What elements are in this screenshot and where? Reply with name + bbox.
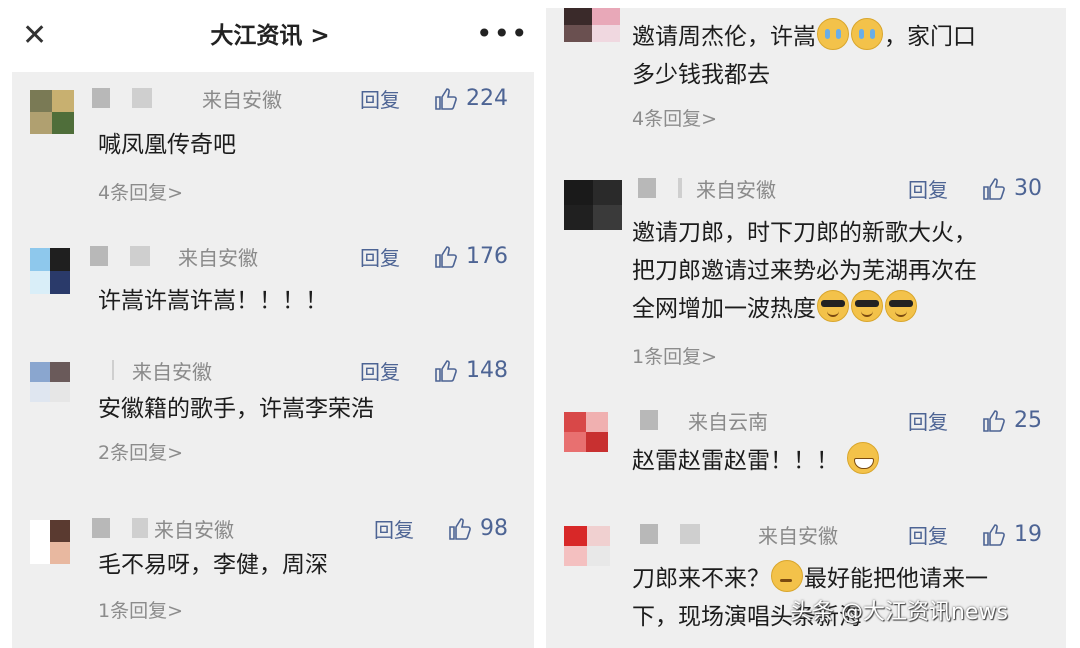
username-blurred[interactable] xyxy=(90,246,170,266)
avatar[interactable] xyxy=(30,248,70,294)
sunglasses-emoji-icon xyxy=(851,290,883,322)
avatar[interactable] xyxy=(30,520,70,564)
like-count: 176 xyxy=(466,244,508,269)
comment-location: 来自安徽 xyxy=(202,88,282,112)
comment-text-line-1: 刀郎来不来？ 最好能把他请来一 xyxy=(632,560,988,598)
avatar[interactable] xyxy=(564,180,622,230)
comment-item: 来自安徽 回复 176 许嵩许嵩许嵩！！！！ xyxy=(12,240,534,340)
avatar[interactable] xyxy=(30,90,74,134)
reply-button[interactable]: 回复 xyxy=(908,176,948,204)
avatar[interactable] xyxy=(30,362,70,402)
like-button[interactable]: 19 xyxy=(982,520,1042,550)
comment-location: 来自安徽 xyxy=(154,518,234,542)
thumbs-up-icon xyxy=(435,360,457,382)
like-button[interactable]: 176 xyxy=(434,242,508,272)
avatar[interactable] xyxy=(564,412,608,452)
thumbs-up-icon xyxy=(435,246,457,268)
comment-text: 许嵩许嵩许嵩！！！！ xyxy=(98,288,328,314)
comment-location: 来自云南 xyxy=(688,410,768,434)
like-count: 224 xyxy=(466,86,508,111)
reply-button[interactable]: 回复 xyxy=(908,408,948,436)
comment-text-line-1: 邀请周杰伦，许嵩 ，家门口 xyxy=(632,18,976,56)
comment-text-line-2: 多少钱我都去 xyxy=(632,62,770,88)
comment-item: 来自云南 回复 25 赵雷赵雷赵雷！！！ xyxy=(546,404,1066,504)
like-count: 25 xyxy=(1014,408,1042,433)
thumbs-up-icon xyxy=(983,178,1005,200)
like-button[interactable]: 25 xyxy=(982,406,1042,436)
like-count: 98 xyxy=(480,516,508,541)
comment-item: 来自安徽 回复 224 喊凤凰传奇吧 4条回复> xyxy=(12,82,534,232)
username-blurred[interactable] xyxy=(640,524,740,544)
comment-item: 邀请周杰伦，许嵩 ，家门口 多少钱我都去 4条回复> xyxy=(546,8,1066,148)
comment-item: 来自安徽 回复 30 邀请刀郎，时下刀郎的新歌大火， 把刀郎邀请过来势必为芜湖再… xyxy=(546,172,1066,372)
left-comment-list: 来自安徽 回复 224 喊凤凰传奇吧 4条回复> 来自安徽 回复 176 许嵩许… xyxy=(12,72,534,648)
comment-text-line-2: 把刀郎邀请过来势必为芜湖再次在 xyxy=(632,258,977,284)
like-count: 19 xyxy=(1014,522,1042,547)
comment-location: 来自安徽 xyxy=(132,360,212,384)
comment-item: 来自安徽 回复 19 刀郎来不来？ 最好能把他请来一 下，现场演唱头条新海 xyxy=(546,518,1066,648)
watermark-text: 头条 @大江资讯news xyxy=(790,600,1008,625)
sunglasses-emoji-icon xyxy=(817,290,849,322)
like-count: 148 xyxy=(466,358,508,383)
thumbs-up-icon xyxy=(435,88,457,110)
sunglasses-emoji-icon xyxy=(885,290,917,322)
comment-location: 来自安徽 xyxy=(178,246,258,270)
comment-text: 毛不易呀，李健，周深 xyxy=(98,552,328,578)
thumbs-up-icon xyxy=(449,518,471,540)
reply-button[interactable]: 回复 xyxy=(908,522,948,550)
more-icon[interactable]: ••• xyxy=(476,16,529,52)
avatar[interactable] xyxy=(564,526,610,566)
username-blurred[interactable] xyxy=(92,88,192,108)
like-count: 30 xyxy=(1014,176,1042,201)
view-replies-link[interactable]: 1条回复> xyxy=(98,598,183,624)
like-button[interactable]: 30 xyxy=(982,174,1042,204)
page-title[interactable]: 大江资讯 > xyxy=(0,20,540,52)
top-bar: ✕ 大江资讯 > ••• xyxy=(0,0,540,72)
reply-button[interactable]: 回复 xyxy=(360,244,400,272)
thumbs-up-icon xyxy=(983,524,1005,546)
comment-location: 来自安徽 xyxy=(696,178,776,202)
username-blurred[interactable] xyxy=(640,410,680,430)
like-button[interactable]: 224 xyxy=(434,84,508,114)
comment-text: 喊凤凰传奇吧 xyxy=(98,132,236,158)
crying-emoji-icon xyxy=(817,18,849,50)
like-button[interactable]: 98 xyxy=(448,514,508,544)
thumbs-up-icon xyxy=(983,410,1005,432)
comment-item: 来自安徽 回复 148 安徽籍的歌手，许嵩李荣浩 2条回复> xyxy=(12,354,534,484)
view-replies-link[interactable]: 1条回复> xyxy=(632,344,717,370)
comment-item: 来自安徽 回复 98 毛不易呀，李健，周深 1条回复> xyxy=(12,512,534,648)
view-replies-link[interactable]: 4条回复> xyxy=(632,106,717,132)
avatar[interactable] xyxy=(564,8,620,42)
username-blurred[interactable] xyxy=(92,360,122,380)
view-replies-link[interactable]: 2条回复> xyxy=(98,440,183,466)
grinning-emoji-icon xyxy=(847,442,880,474)
comment-text-line-3: 全网增加一波热度 xyxy=(632,290,918,328)
like-button[interactable]: 148 xyxy=(434,356,508,386)
reply-button[interactable]: 回复 xyxy=(360,358,400,386)
comment-text: 安徽籍的歌手，许嵩李荣浩 xyxy=(98,396,374,422)
right-comment-list: 邀请周杰伦，许嵩 ，家门口 多少钱我都去 4条回复> 来自安徽 回复 30 邀请刀… xyxy=(546,8,1066,648)
comment-text-line-1: 邀请刀郎，时下刀郎的新歌大火， xyxy=(632,220,977,246)
comment-text: 赵雷赵雷赵雷！！！ xyxy=(632,442,880,480)
crying-emoji-icon xyxy=(851,18,883,50)
thinking-emoji-icon xyxy=(771,560,803,592)
view-replies-link[interactable]: 4条回复> xyxy=(98,180,183,206)
reply-button[interactable]: 回复 xyxy=(374,516,414,544)
username-blurred[interactable] xyxy=(638,178,682,198)
reply-button[interactable]: 回复 xyxy=(360,86,400,114)
comment-location: 来自安徽 xyxy=(758,524,838,548)
username-blurred[interactable] xyxy=(92,518,148,538)
